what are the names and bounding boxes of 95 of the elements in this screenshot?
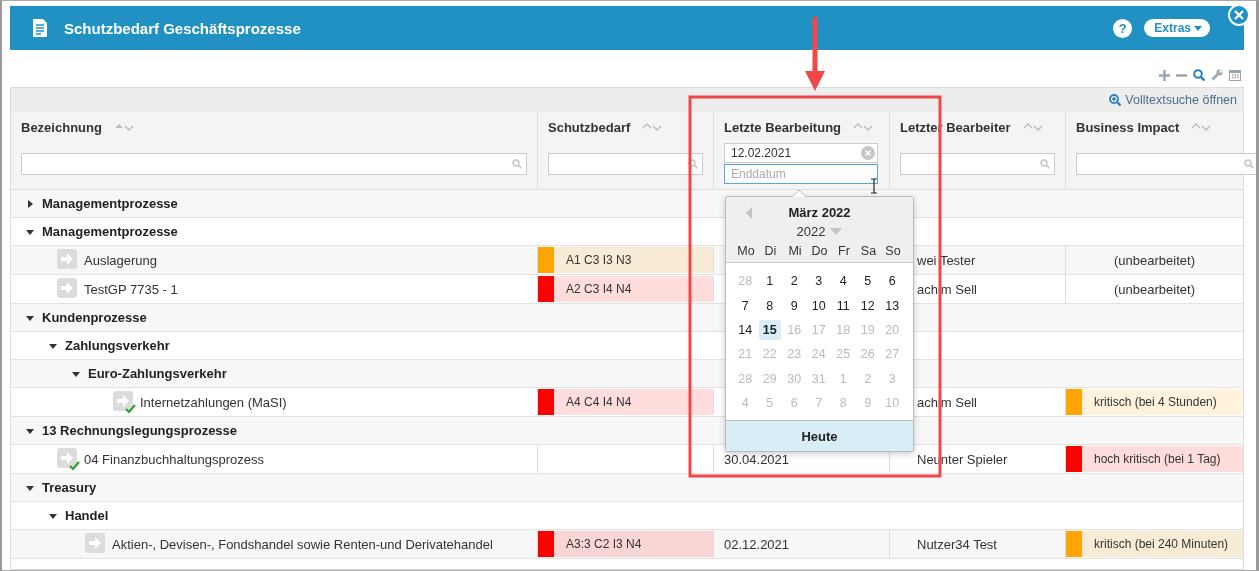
calendar-day[interactable]: 4 (832, 271, 855, 292)
weekday-label: Mo (736, 244, 756, 258)
sort-icon[interactable] (642, 122, 663, 132)
search-field[interactable] (548, 153, 703, 175)
group-label[interactable]: Euro-Zahlungsverkehr (88, 366, 227, 381)
cell-text: A1 C3 I3 N3 (566, 253, 632, 267)
cell-text: kritisch (bei 4 Stunden) (1094, 395, 1217, 409)
extras-button[interactable]: Extras (1144, 19, 1210, 37)
expanded-caret-icon[interactable] (49, 511, 57, 520)
group-label[interactable]: Managementprozesse (42, 224, 178, 239)
column-title[interactable]: Bezeichnung (21, 119, 102, 135)
weekday-label: Fr (837, 244, 851, 258)
sort-icon[interactable] (113, 122, 134, 132)
column-title[interactable]: Schutzbedarf (548, 119, 631, 135)
process-name[interactable]: Auslagerung (84, 252, 157, 268)
calendar-day[interactable]: 9 (783, 295, 806, 316)
caret-icon (1194, 25, 1202, 31)
cell-text: Nutzer34 Test (917, 536, 997, 552)
cell-text: kritisch (bei 240 Minuten) (1094, 537, 1229, 551)
calendar-day[interactable]: 13 (881, 295, 904, 316)
weekday-label: Sa (859, 244, 878, 258)
collapsed-caret-icon[interactable] (26, 199, 34, 208)
plus-icon[interactable] (1159, 70, 1170, 81)
expanded-caret-icon[interactable] (26, 426, 34, 435)
expanded-caret-icon[interactable] (26, 313, 34, 322)
cell-text: 02.12.2021 (724, 536, 790, 552)
sort-icon[interactable] (1022, 122, 1043, 132)
calendar-icon[interactable] (1229, 69, 1241, 81)
search-field[interactable] (900, 153, 1055, 175)
group-label[interactable]: Treasury (42, 480, 97, 495)
calendar-day[interactable]: 3 (807, 271, 830, 292)
cell-text: 30.04.2021 (724, 451, 790, 467)
calendar-day[interactable]: 1 (758, 271, 781, 292)
cell-text: A4 C4 I4 N4 (566, 395, 632, 409)
sort-icon[interactable] (853, 122, 873, 132)
process-name[interactable]: TestGP 7735 - 1 (84, 281, 178, 297)
cell-text: (unbearbeitet) (1114, 252, 1195, 268)
cell-text: hoch kritisch (bei 1 Tag) (1094, 452, 1221, 466)
weekday-label: Di (763, 244, 778, 258)
close-button[interactable] (1228, 4, 1250, 26)
text-cursor-icon (870, 178, 878, 194)
previous-icon[interactable] (746, 206, 752, 219)
search-icon (688, 159, 698, 169)
calendar-day[interactable]: 11 (832, 295, 855, 316)
today-button[interactable]: Heute (726, 420, 913, 452)
expanded-caret-icon[interactable] (49, 341, 57, 350)
group-label[interactable]: Zahlungsverkehr (65, 338, 170, 353)
expanded-caret-icon[interactable] (26, 483, 34, 492)
calendar-day[interactable]: 10 (807, 295, 830, 316)
process-name[interactable]: 04 Finanzbuchhaltungsprozess (84, 451, 264, 467)
group-label[interactable]: Kundenprozesse (42, 310, 147, 325)
weekday-label: Mi (787, 244, 803, 258)
calendar-day[interactable]: 12 (856, 295, 879, 316)
help-button[interactable]: ? (1113, 18, 1133, 38)
calendar-day[interactable]: 7 (734, 295, 757, 316)
column-title[interactable]: Business Impact (1076, 119, 1180, 135)
process-name[interactable]: Aktien-, Devisen-, Fondshandel sowie Renten-und Derivatehandel (112, 536, 493, 552)
fulltext-search-link[interactable]: Volltextsuche öffnen (1109, 93, 1237, 107)
close-icon (1234, 10, 1244, 20)
date-field[interactable]: Enddatum (724, 164, 878, 184)
group-label[interactable]: 13 Rechnungslegungsprozesse (42, 423, 238, 438)
calendar-day[interactable]: 14 (734, 319, 757, 341)
calendar-day[interactable]: 8 (758, 295, 781, 316)
clear-icon[interactable] (861, 146, 875, 160)
calendar-day[interactable]: 2 (783, 271, 806, 292)
expanded-caret-icon[interactable] (26, 227, 34, 236)
group-label[interactable]: Managementprozesse (42, 196, 178, 211)
calendar-day[interactable]: 15 (758, 319, 781, 341)
calendar-day[interactable]: 6 (881, 271, 904, 292)
search-icon[interactable] (1193, 69, 1205, 81)
weekday-label: Do (810, 244, 829, 258)
search-icon (512, 159, 522, 169)
weekday-label: So (884, 244, 902, 258)
date-field[interactable]: 12.02.2021 (724, 143, 878, 163)
process-name[interactable]: Internetzahlungen (MaSI) (140, 394, 287, 410)
month-title: März 2022 (788, 205, 851, 220)
column-title[interactable]: Letzte Bearbeitung (724, 119, 841, 135)
search-field[interactable] (1076, 153, 1256, 175)
sort-icon[interactable] (1191, 122, 1212, 132)
group-label[interactable]: Handel (65, 508, 109, 523)
wrench-icon[interactable] (1211, 69, 1223, 81)
cell-text: wei Tester (917, 252, 976, 268)
search-icon (1244, 159, 1254, 169)
document-icon (32, 18, 48, 38)
calendar-day[interactable]: 5 (856, 271, 879, 292)
caret-icon (830, 228, 843, 235)
cell-text: A3:3 C2 I3 N4 (566, 537, 642, 551)
zoom-icon (1109, 94, 1122, 106)
search-icon (1040, 159, 1050, 169)
cell-text: (unbearbeitet) (1114, 281, 1195, 297)
expanded-caret-icon[interactable] (72, 369, 80, 378)
search-field[interactable] (21, 153, 527, 175)
cell-text: A2 C3 I4 N4 (566, 282, 632, 296)
window-title: Schutzbedarf Geschäftsprozesse (64, 19, 301, 37)
year-dropdown[interactable]: 2022 (796, 224, 843, 239)
